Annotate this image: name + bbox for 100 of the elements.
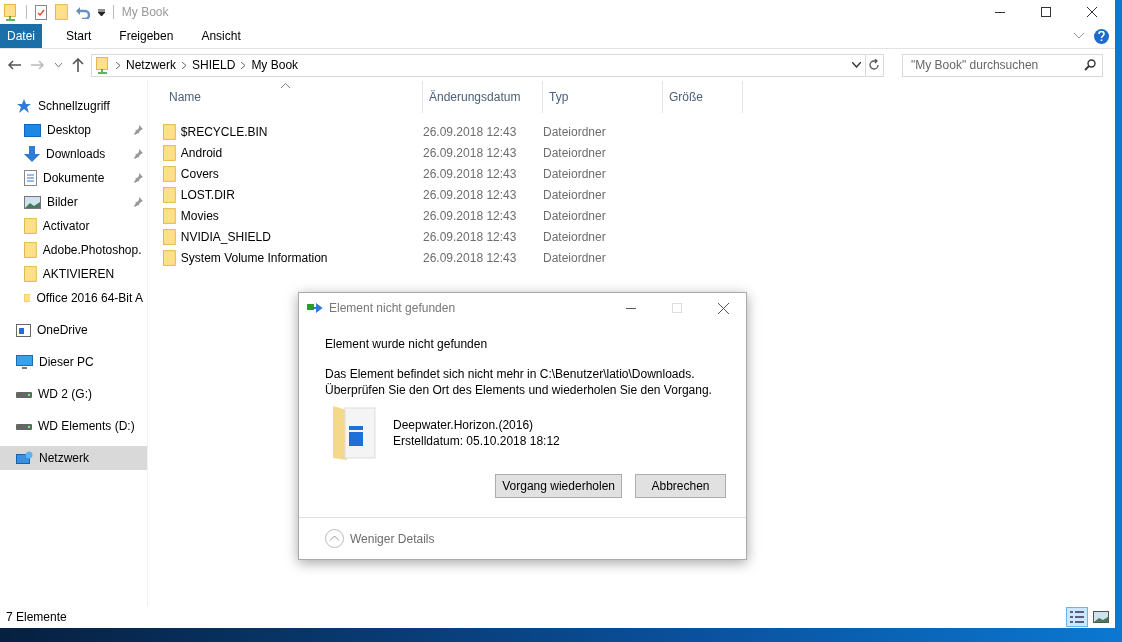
chevron-down-icon: [851, 62, 861, 68]
folder-icon: [163, 249, 176, 266]
close-icon: [717, 302, 729, 314]
file-name: Deepwater.Horizon.(2016): [393, 417, 535, 433]
picture-icon: [24, 195, 41, 209]
ribbon-tab[interactable]: Datei: [0, 24, 42, 48]
drive-icon: [16, 422, 32, 430]
type-cell-text: Dateiordner: [543, 250, 607, 265]
sidebar-item[interactable]: Schnellzugriff: [0, 94, 147, 118]
undo-icon[interactable]: [75, 5, 90, 19]
minimize-icon: [626, 307, 636, 309]
type-cell-text: Dateiordner: [543, 187, 607, 202]
chevron-right-icon: [182, 61, 186, 69]
details-toggle[interactable]: Weniger Details: [325, 529, 435, 548]
network-icon: [16, 450, 33, 466]
search-icon[interactable]: [1084, 58, 1096, 71]
address-bar[interactable]: Netzwerk SHIELD My Book: [91, 53, 884, 77]
sidebar-item[interactable]: Dokumente: [0, 166, 147, 190]
sidebar-item[interactable]: Netzwerk: [0, 446, 147, 470]
window-icon: [16, 323, 31, 337]
dialog-message: Überprüfen Sie den Ort des Elements und wiederholen Sie den Vorgang.: [325, 382, 713, 398]
maximize-icon: [672, 303, 682, 313]
column-header[interactable]: Typ: [543, 81, 663, 113]
star-icon: [16, 99, 32, 113]
dialog-message: Das Element befindet sich nicht mehr in C:\Benutzer\latio\Downloads.: [325, 366, 696, 382]
item-count: 7 Elemente: [6, 610, 67, 624]
folder-icon: [163, 144, 176, 161]
ribbon-tab[interactable]: Ansicht: [187, 24, 255, 48]
document-icon: [24, 170, 37, 186]
folder-icon: [163, 186, 176, 203]
chevron-right-icon: [241, 61, 246, 69]
folder-icon: [163, 123, 176, 140]
sidebar-item[interactable]: Activator: [0, 214, 147, 238]
type-cell-text: Dateiordner: [543, 166, 607, 181]
column-header[interactable]: Größe: [663, 81, 743, 113]
expand-chevron-icon[interactable]: [1074, 33, 1084, 39]
date-cell-text: 26.09.2018 12:43: [423, 145, 518, 160]
sidebar-item[interactable]: WD 2 (G:): [0, 382, 147, 406]
drive-icon: [16, 390, 32, 398]
file-created-date: Erstelldatum: 05.10.2018 18:12: [393, 433, 560, 449]
collapse-chevron-icon: [325, 529, 344, 548]
sidebar-item[interactable]: Desktop: [0, 118, 147, 142]
sidebar-item[interactable]: AKTIVIEREN: [0, 262, 147, 286]
view-toggle-button[interactable]: [1066, 607, 1088, 627]
ribbon-tab[interactable]: Freigeben: [105, 24, 188, 48]
date-cell-text: 26.09.2018 12:43: [423, 166, 518, 181]
recent-locations-button[interactable]: [52, 60, 65, 70]
sidebar-item[interactable]: Adobe.Photoshop.: [0, 238, 147, 262]
network-folder-icon: [96, 56, 110, 74]
type-cell-text: Dateiordner: [543, 124, 607, 139]
file-name[interactable]: System Volume Information: [163, 249, 423, 266]
folder-icon: [163, 165, 176, 182]
breadcrumb[interactable]: My Book: [251, 58, 299, 72]
ribbon-tab[interactable]: Start: [52, 24, 106, 48]
date-cell-text: 26.09.2018 12:43: [423, 208, 518, 223]
folder-icon: [24, 242, 37, 258]
folder-icon: [163, 207, 176, 224]
details-view-icon: [1070, 611, 1084, 623]
dialog-heading: Element wurde nicht gefunden: [325, 337, 489, 351]
chevron-down-icon: [55, 62, 62, 68]
dialog-button[interactable]: Vorgang wiederholen: [495, 474, 622, 498]
sidebar-item[interactable]: Office 2016 64-Bit A: [0, 286, 147, 310]
file-name[interactable]: LOST.DIR: [163, 186, 423, 203]
sidebar-item[interactable]: OneDrive: [0, 318, 147, 342]
properties-icon[interactable]: [35, 4, 47, 20]
window-title: My Book: [121, 5, 169, 19]
download-arrow-icon: [24, 146, 40, 162]
sidebar-item[interactable]: Bilder: [0, 190, 147, 214]
sidebar-item[interactable]: WD Elements (D:): [0, 414, 147, 438]
tiles-view-icon: [1093, 611, 1109, 623]
breadcrumb[interactable]: Netzwerk: [126, 58, 176, 72]
date-cell-text: 26.09.2018 12:43: [423, 250, 518, 265]
dropdown-caret-icon[interactable]: [97, 8, 105, 16]
search-field[interactable]: "My Book" durchsuchen: [902, 53, 1103, 77]
column-header[interactable]: Name: [163, 81, 423, 113]
sidebar-item[interactable]: Downloads: [0, 142, 147, 166]
dialog-title: Element nicht gefunden: [329, 301, 456, 315]
breadcrumb[interactable]: SHIELD: [192, 58, 236, 72]
close-icon: [1087, 7, 1097, 17]
column-header[interactable]: Änderungsdatum: [423, 81, 543, 113]
date-cell-text: 26.09.2018 12:43: [423, 124, 518, 139]
sidebar-item[interactable]: Dieser PC: [0, 350, 147, 374]
video-folder-icon: [333, 404, 379, 462]
file-name[interactable]: Android: [163, 144, 423, 161]
dialog-button[interactable]: Abbrechen: [635, 474, 726, 498]
type-cell-text: Dateiordner: [543, 208, 607, 223]
refresh-icon: [869, 59, 880, 71]
file-name[interactable]: Covers: [163, 165, 423, 182]
file-name[interactable]: Movies: [163, 207, 423, 224]
minimize-icon: [995, 11, 1005, 13]
help-icon[interactable]: [1094, 28, 1109, 44]
network-folder-icon: [4, 3, 18, 21]
file-name[interactable]: $RECYCLE.BIN: [163, 123, 423, 140]
desktop-icon: [24, 123, 41, 137]
folder-icon: [24, 218, 37, 234]
date-cell-text: 26.09.2018 12:43: [423, 229, 518, 244]
monitor-icon: [16, 354, 33, 370]
file-name[interactable]: NVIDIA_SHIELD: [163, 228, 423, 245]
type-cell-text: Dateiordner: [543, 145, 607, 160]
type-cell-text: Dateiordner: [543, 229, 607, 244]
